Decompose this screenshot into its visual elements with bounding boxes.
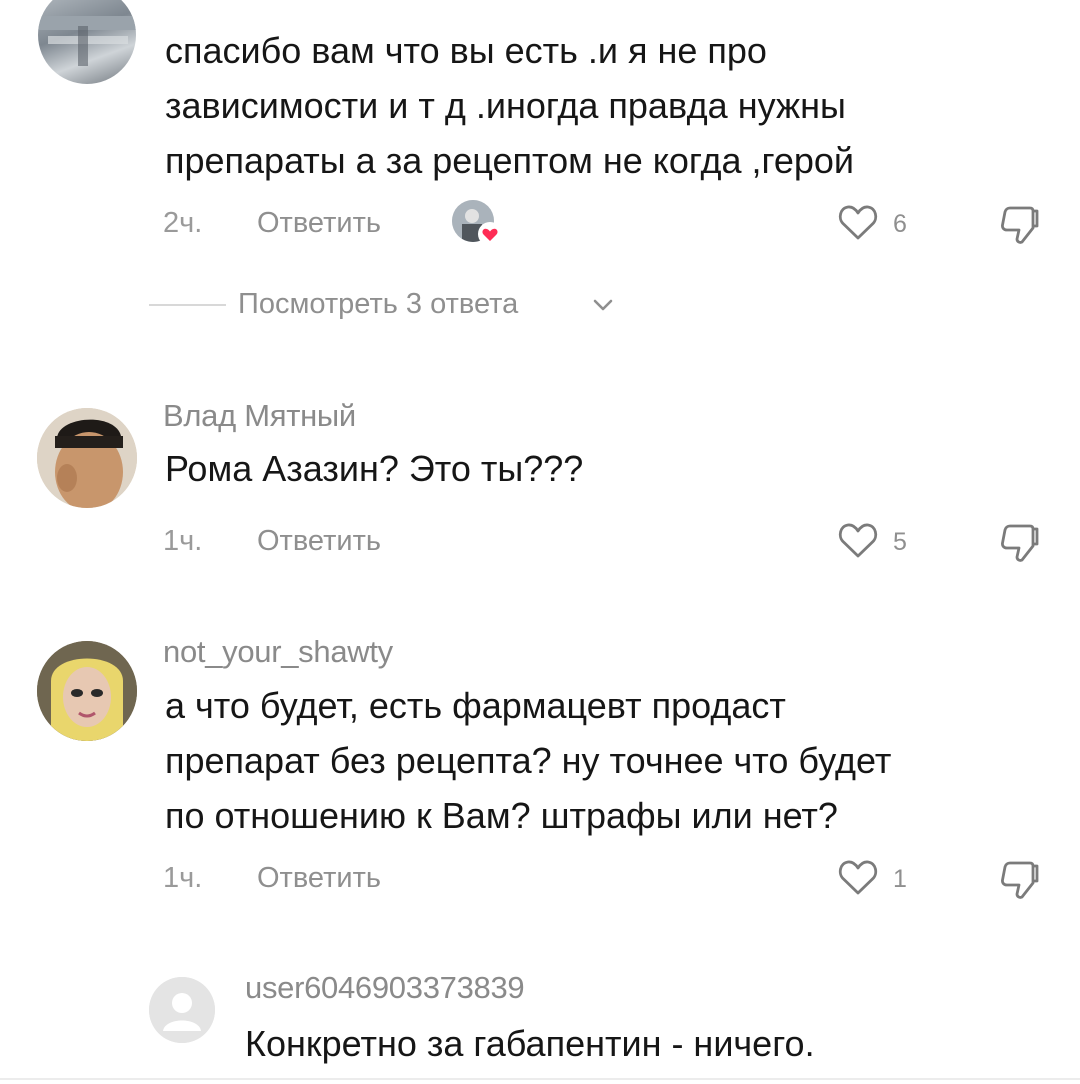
heart-outline-icon[interactable] — [836, 857, 880, 902]
heart-outline-icon[interactable] — [836, 520, 880, 565]
comment-3-username[interactable]: not_your_shawty — [163, 634, 393, 670]
comment-3-like-count: 1 — [893, 865, 907, 893]
chevron-down-icon[interactable] — [590, 296, 616, 319]
avatar-comment-2[interactable] — [37, 408, 137, 508]
comment-1-text-line-3: препараты а за рецептом не когда ,герой — [165, 140, 854, 181]
comment-2-reply-button[interactable]: Ответить — [257, 525, 381, 558]
avatar-photo — [38, 16, 136, 66]
comment-3-text-line-1: а что будет, есть фармацевт продаст — [165, 685, 786, 726]
dislike-icon[interactable] — [996, 857, 1042, 906]
comment-3-text-line-3: по отношению к Вам? штрафы или нет? — [165, 795, 838, 836]
comment-1-time: 2ч. — [163, 207, 203, 239]
creator-heart-icon — [478, 222, 502, 251]
comment-3-text-line-2: препарат без рецепта? ну точнее что буде… — [165, 740, 892, 781]
dislike-icon[interactable] — [996, 520, 1042, 569]
comment-2-text-line-1: Рома Азазин? Это ты??? — [165, 448, 584, 489]
comment-3-reply-button[interactable]: Ответить — [257, 862, 381, 895]
bottom-divider — [0, 1078, 1080, 1080]
default-avatar-icon[interactable] — [149, 977, 215, 1043]
comment-1-reply-button[interactable]: Ответить — [257, 207, 381, 240]
view-replies-button[interactable]: Посмотреть 3 ответа — [238, 288, 518, 321]
comment-2-like-count: 5 — [893, 528, 907, 556]
reply-text: Конкретно за габапентин - ничего. — [245, 1023, 815, 1064]
view-replies-divider — [149, 304, 226, 306]
avatar-photo — [37, 641, 137, 741]
comment-1-text-line-1: спасибо вам что вы есть .и я не про — [165, 30, 767, 71]
comment-2-time: 1ч. — [163, 525, 203, 557]
comment-1-text-line-2: зависимости и т д .иногда правда нужны — [165, 85, 846, 126]
avatar-comment-1[interactable] — [38, 0, 136, 84]
comment-2-username[interactable]: Влад Мятный — [163, 398, 356, 434]
comment-1-like-count: 6 — [893, 210, 907, 238]
comment-3-time: 1ч. — [163, 862, 203, 894]
avatar-photo — [37, 408, 137, 508]
reply-username[interactable]: user6046903373839 — [245, 970, 525, 1006]
avatar-comment-3[interactable] — [37, 641, 137, 741]
heart-outline-icon[interactable] — [836, 202, 880, 247]
dislike-icon[interactable] — [996, 202, 1042, 251]
